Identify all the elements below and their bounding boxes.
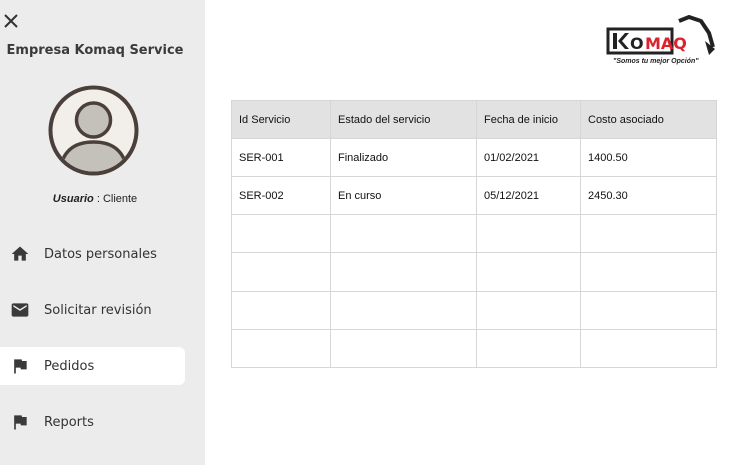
- table-cell: [231, 214, 331, 254]
- table-cell: [580, 214, 717, 254]
- table-cell: [476, 252, 581, 292]
- table-cell: 05/12/2021: [476, 176, 581, 216]
- table-cell: [476, 328, 581, 369]
- sidebar-item-solicitar-revision[interactable]: Solicitar revisión: [0, 291, 185, 329]
- services-table: Id Servicio Estado del servicio Fecha de…: [231, 100, 717, 369]
- avatar: [47, 84, 140, 177]
- app: Empresa Komaq Service Usuario : Cliente …: [0, 0, 737, 465]
- table-cell: [231, 328, 331, 369]
- flag-icon: [9, 411, 31, 433]
- table-row[interactable]: SER-002 En curso 05/12/2021 2450.30: [231, 176, 717, 216]
- table-cell: [231, 252, 331, 292]
- mail-icon: [9, 299, 31, 321]
- sidebar-item-label: Solicitar revisión: [44, 302, 152, 318]
- svg-text:O: O: [630, 34, 644, 53]
- table-cell: [330, 328, 477, 369]
- sidebar-item-pedidos[interactable]: Pedidos: [0, 347, 185, 385]
- table-cell: [476, 290, 581, 330]
- table-cell: [330, 252, 477, 292]
- table-cell: [330, 290, 477, 330]
- table-row: [231, 328, 717, 369]
- sidebar-item-label: Reports: [44, 414, 94, 430]
- sidebar: Empresa Komaq Service Usuario : Cliente …: [0, 0, 205, 465]
- home-icon: [9, 243, 31, 265]
- table-row[interactable]: SER-001 Finalizado 01/02/2021 1400.50: [231, 137, 717, 178]
- sidebar-item-reports[interactable]: Reports: [0, 403, 185, 441]
- table-row: [231, 290, 717, 330]
- table-cell: [580, 290, 717, 330]
- user-role: Usuario : Cliente: [0, 193, 190, 205]
- komaq-logo: O MAQ "Somos tu mejor Opción": [605, 11, 716, 69]
- table-cell: SER-002: [231, 176, 331, 216]
- role-separator: :: [93, 193, 103, 205]
- sidebar-item-datos-personales[interactable]: Datos personales: [0, 235, 185, 273]
- column-header: Costo asociado: [580, 100, 717, 139]
- table-cell: [330, 214, 477, 254]
- table-cell: [231, 290, 331, 330]
- column-header: Estado del servicio: [330, 100, 477, 139]
- role-label: Usuario: [52, 193, 94, 205]
- sidebar-item-label: Pedidos: [44, 358, 95, 374]
- flag-icon: [9, 355, 31, 377]
- table-cell: 01/02/2021: [476, 137, 581, 178]
- table-row: [231, 252, 717, 292]
- table-cell: [476, 214, 581, 254]
- svg-text:MAQ: MAQ: [645, 34, 687, 53]
- table-cell: 1400.50: [580, 137, 717, 178]
- company-name: Empresa Komaq Service: [6, 43, 184, 58]
- table-cell: SER-001: [231, 137, 331, 178]
- column-header: Id Servicio: [231, 100, 331, 139]
- table-header-row: Id Servicio Estado del servicio Fecha de…: [231, 100, 717, 139]
- column-header: Fecha de inicio: [476, 100, 581, 139]
- close-icon[interactable]: [2, 12, 20, 30]
- table-cell: En curso: [330, 176, 477, 216]
- role-value: Cliente: [102, 193, 138, 205]
- sidebar-item-label: Datos personales: [44, 246, 157, 262]
- table-cell: [580, 328, 717, 369]
- logo-tagline: "Somos tu mejor Opción": [613, 58, 699, 65]
- table-row: [231, 214, 717, 254]
- table-cell: 2450.30: [580, 176, 717, 216]
- table-cell: Finalizado: [330, 137, 477, 178]
- table-cell: [580, 252, 717, 292]
